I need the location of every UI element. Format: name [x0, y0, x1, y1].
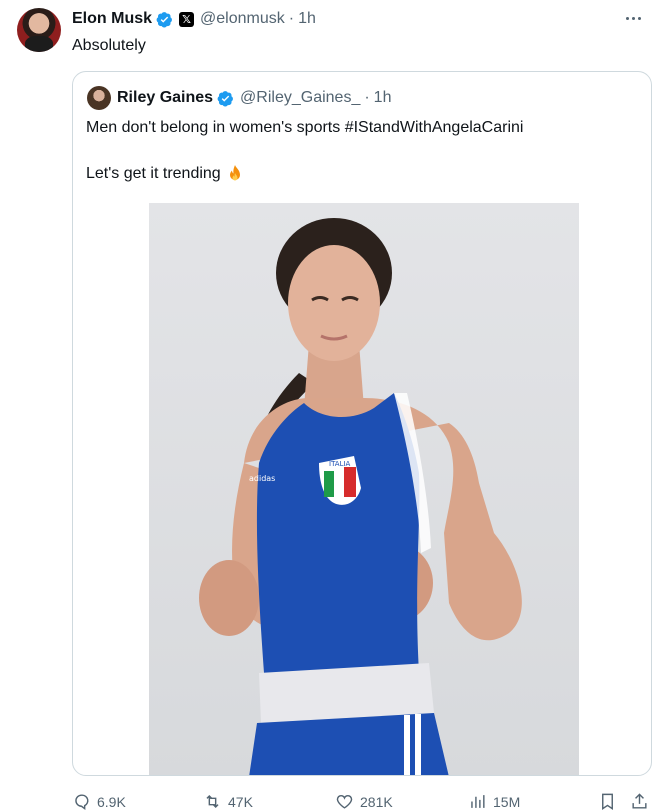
author-handle[interactable]: @elonmusk	[200, 10, 285, 28]
tweet-text: Absolutely	[72, 37, 146, 54]
x-affiliate-badge-icon: 𝕏	[179, 11, 195, 27]
quoted-tweet-header: Riley Gaines @Riley_Gaines_ · 1h	[117, 88, 391, 108]
boxer-photo-illustration: ITALIA adidas	[199, 218, 522, 775]
share-button[interactable]	[630, 792, 649, 811]
tweet-actions: 6.9K 47K 281K 15M	[0, 790, 661, 812]
repost-icon	[206, 794, 219, 809]
quoted-author-avatar[interactable]	[87, 86, 111, 110]
quoted-tweet-text-trending: Let's get it trending	[86, 165, 221, 182]
bookmark-button[interactable]	[598, 792, 617, 811]
reply-icon	[75, 794, 89, 811]
quoted-author-handle[interactable]: @Riley_Gaines_	[240, 89, 360, 107]
quoted-tweet-text-line2: Let's get it trending	[86, 164, 245, 184]
share-icon	[632, 793, 647, 809]
quoted-tweet-text-line1: Men don't belong in women's sports #ISta…	[86, 119, 524, 136]
views-count: 15M	[493, 793, 521, 810]
tweet-timestamp[interactable]: 1h	[298, 10, 316, 28]
author-name[interactable]: Elon Musk	[72, 10, 152, 28]
analytics-icon	[471, 795, 485, 808]
tweet-header: Elon Musk 𝕏 @elonmusk · 1h	[72, 8, 316, 30]
like-count: 281K	[360, 793, 393, 810]
heart-icon	[336, 794, 353, 809]
separator-dot: ·	[288, 10, 295, 27]
author-avatar[interactable]	[17, 8, 61, 52]
brand-logo-text: adidas	[249, 474, 275, 483]
tweet[interactable]: Elon Musk 𝕏 @elonmusk · 1h Absolutely Ri…	[0, 0, 661, 812]
italia-emblem-text: ITALIA	[329, 460, 351, 468]
quoted-tweet-timestamp[interactable]: 1h	[374, 89, 392, 107]
like-button[interactable]: 281K	[335, 792, 393, 811]
views-button[interactable]: 15M	[468, 792, 520, 811]
more-options-icon[interactable]	[623, 10, 643, 26]
quoted-tweet-photo[interactable]: ITALIA adidas	[149, 203, 579, 775]
repost-count: 47K	[228, 793, 253, 810]
reply-button[interactable]: 6.9K	[72, 792, 126, 811]
fire-emoji-icon	[229, 165, 240, 181]
verified-badge-icon	[156, 11, 172, 28]
separator-dot: ·	[364, 89, 370, 106]
quoted-tweet[interactable]: Riley Gaines @Riley_Gaines_ · 1h Men don…	[72, 71, 652, 776]
bookmark-icon	[602, 793, 613, 810]
verified-badge-icon	[217, 90, 233, 107]
quoted-author-name[interactable]: Riley Gaines	[117, 89, 213, 107]
repost-button[interactable]: 47K	[203, 792, 253, 811]
reply-count: 6.9K	[97, 793, 126, 810]
